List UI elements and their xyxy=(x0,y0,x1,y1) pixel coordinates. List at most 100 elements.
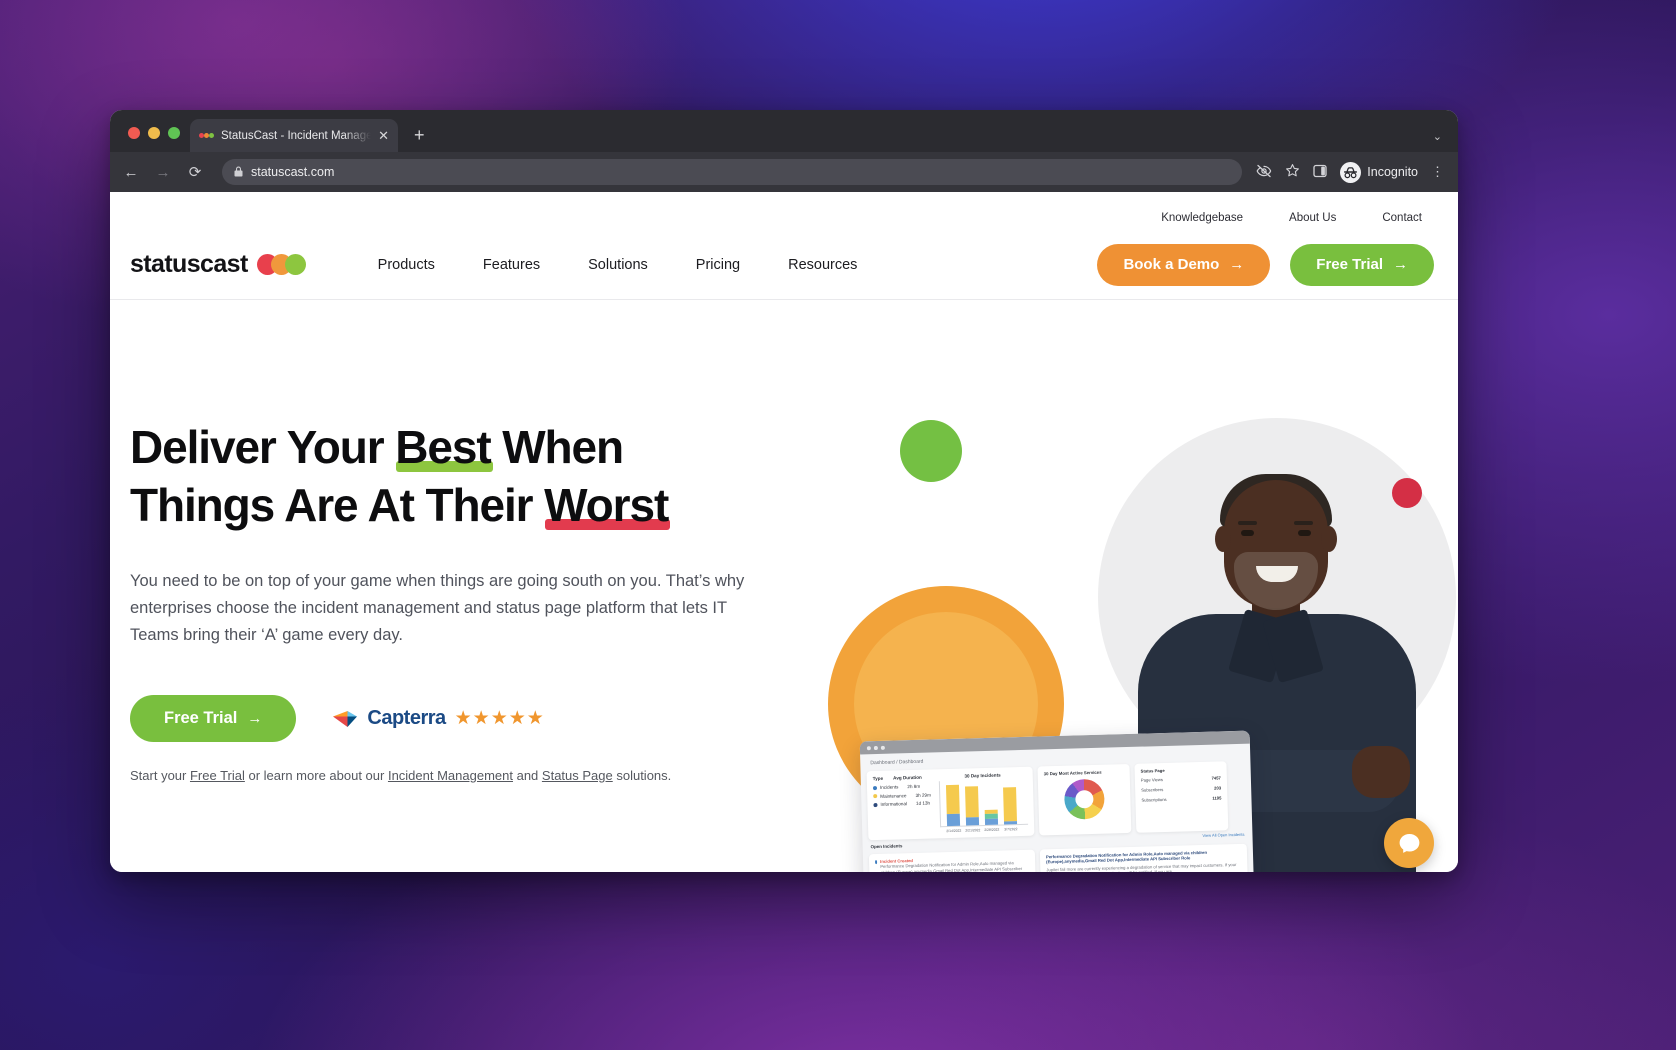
logo-wordmark: statuscast xyxy=(130,250,248,278)
chat-icon xyxy=(1399,833,1419,853)
footnote-link-status-page[interactable]: Status Page xyxy=(542,768,613,783)
incognito-label: Incognito xyxy=(1367,165,1418,179)
row-type: Maintenance xyxy=(880,792,907,799)
row-duration: 2h 8m xyxy=(907,783,921,790)
maximize-window-button[interactable] xyxy=(168,127,180,139)
nav-links: Products Features Solutions Pricing Reso… xyxy=(378,257,858,273)
footnote-text-b: or learn more about our xyxy=(244,768,388,783)
web-page: Knowledgebase About Us Contact statuscas… xyxy=(110,192,1458,872)
chart-bar xyxy=(984,809,998,826)
capterra-rating[interactable]: Capterra ★★★★★ xyxy=(332,707,544,730)
chart-bar xyxy=(964,786,979,826)
toolbar-icons: Incognito ⋮ xyxy=(1256,161,1446,183)
table-row: Incidents 2h 8m xyxy=(872,783,931,791)
incognito-indicator[interactable]: Incognito xyxy=(1340,161,1418,183)
nav-item-features[interactable]: Features xyxy=(483,257,540,273)
arrow-right-icon: → xyxy=(247,710,263,727)
list-item: Incident Created Performance Degradation… xyxy=(875,855,1030,872)
footnote-link-free-trial[interactable]: Free Trial xyxy=(190,768,245,783)
nav-item-resources[interactable]: Resources xyxy=(788,257,857,273)
status-page-card: Status Page Page Views 7457 Subscribers … xyxy=(1134,761,1229,833)
chevron-down-icon[interactable]: ⌄ xyxy=(1433,130,1442,143)
legend-swatch-icon xyxy=(872,785,878,790)
row-type: Informational xyxy=(880,801,908,807)
free-trial-button-nav[interactable]: Free Trial → xyxy=(1290,243,1434,286)
minimize-window-button[interactable] xyxy=(148,127,160,139)
row-type: Incidents xyxy=(879,784,899,790)
nav-item-solutions[interactable]: Solutions xyxy=(588,257,648,273)
utility-link-about-us[interactable]: About Us xyxy=(1289,212,1336,224)
x-tick-label: 2/21/2022 xyxy=(965,828,981,833)
headline-highlight-worst: Worst xyxy=(544,476,671,534)
chart-bar-segment xyxy=(1003,821,1017,825)
tab-title: StatusCast - Incident Management xyxy=(221,129,372,142)
chart-bar-segment xyxy=(946,813,960,827)
hero-subcopy: You need to be on top of your game when … xyxy=(130,572,745,644)
status-page-title: Status Page xyxy=(1140,767,1165,774)
close-window-button[interactable] xyxy=(128,127,140,139)
close-icon[interactable]: ✕ xyxy=(378,129,389,142)
footnote-text-a: Start your xyxy=(130,768,190,783)
stat-label: Subscribers xyxy=(1141,787,1164,793)
book-a-demo-button[interactable]: Book a Demo → xyxy=(1097,243,1271,286)
duration-table: Type Avg Duration Incidents 2h 8m Mainte… xyxy=(873,775,932,836)
utility-link-knowledgebase[interactable]: Knowledgebase xyxy=(1161,212,1243,224)
stat-value: 1195 xyxy=(1212,795,1222,801)
headline-part-1: Deliver Your xyxy=(130,421,396,473)
nav-item-pricing[interactable]: Pricing xyxy=(696,257,740,273)
stat-row: Subscriptions 1195 xyxy=(1141,795,1221,802)
chart-bar-segment xyxy=(945,784,960,814)
chart-bar-segment xyxy=(984,818,998,826)
footnote-link-incident-management[interactable]: Incident Management xyxy=(388,768,513,783)
avg-duration-card: Type Avg Duration Incidents 2h 8m Mainte… xyxy=(866,766,1035,841)
browser-tab[interactable]: StatusCast - Incident Management ✕ xyxy=(190,119,398,152)
star-icon[interactable] xyxy=(1285,163,1300,181)
address-bar[interactable]: statuscast.com xyxy=(222,159,1243,185)
row-duration: 1d 13h xyxy=(915,800,931,806)
breadcrumb-link[interactable]: Dashboard xyxy=(870,760,895,767)
chart-bar xyxy=(1002,787,1017,825)
window-controls[interactable] xyxy=(120,127,190,152)
forward-icon[interactable]: → xyxy=(154,164,172,181)
chat-widget-button[interactable] xyxy=(1384,818,1434,868)
legend-swatch-icon xyxy=(873,802,878,807)
x-tick-label: 2/28/2022 xyxy=(984,827,1000,833)
utility-nav: Knowledgebase About Us Contact xyxy=(110,192,1458,224)
star-rating: ★★★★★ xyxy=(454,708,545,729)
nav-item-products[interactable]: Products xyxy=(378,257,435,273)
active-services-card: 30 Day Most Active Services xyxy=(1037,763,1132,836)
col-header-type: Type xyxy=(872,775,884,782)
hero-copy: Deliver Your Best When Things Are At The… xyxy=(110,300,855,872)
site-logo[interactable]: statuscast xyxy=(130,250,306,279)
logo-dots-icon xyxy=(256,254,306,275)
free-trial-button-hero[interactable]: Free Trial → xyxy=(130,695,297,742)
headline-line2-part-1: Things Are At Their xyxy=(130,479,545,531)
stat-value: 203 xyxy=(1214,785,1222,791)
view-all-incidents-link[interactable]: View All Open Incidents xyxy=(1202,832,1252,838)
dashboard-row-top: Type Avg Duration Incidents 2h 8m Mainte… xyxy=(860,756,1252,841)
chart-bar-segment xyxy=(1002,787,1017,822)
hide-tracking-icon[interactable] xyxy=(1256,164,1272,181)
active-services-title: 30 Day Most Active Services xyxy=(1043,769,1102,777)
capterra-wordmark: Capterra xyxy=(367,707,446,729)
table-row: Informational 1d 13h xyxy=(873,801,931,808)
headline-part-2: When xyxy=(490,421,624,473)
stat-label: Page Views xyxy=(1140,777,1163,783)
stat-label: Subscriptions xyxy=(1141,796,1167,803)
side-panel-icon[interactable] xyxy=(1313,164,1327,181)
reload-icon[interactable]: ⟳ xyxy=(186,163,204,181)
utility-link-contact[interactable]: Contact xyxy=(1382,212,1422,224)
hero-cta-row: Free Trial → Capterra ★★★★★ xyxy=(130,695,855,742)
table-row: Maintenance 3h 29m xyxy=(873,792,931,799)
col-header-duration: Avg Duration xyxy=(893,774,922,781)
free-trial-label-hero: Free Trial xyxy=(164,709,238,727)
legend-swatch-icon xyxy=(873,794,878,799)
new-tab-button[interactable]: + xyxy=(414,126,425,144)
degradation-detail-card: Performance Degradation Notification for… xyxy=(1039,843,1249,872)
footnote-text-d: solutions. xyxy=(612,768,672,783)
browser-menu-icon[interactable]: ⋮ xyxy=(1431,164,1444,180)
back-icon[interactable]: ← xyxy=(122,164,140,181)
headline-highlight-best: Best xyxy=(395,418,493,476)
arrow-right-icon: → xyxy=(1229,256,1245,273)
statuscast-favicon xyxy=(199,133,214,138)
